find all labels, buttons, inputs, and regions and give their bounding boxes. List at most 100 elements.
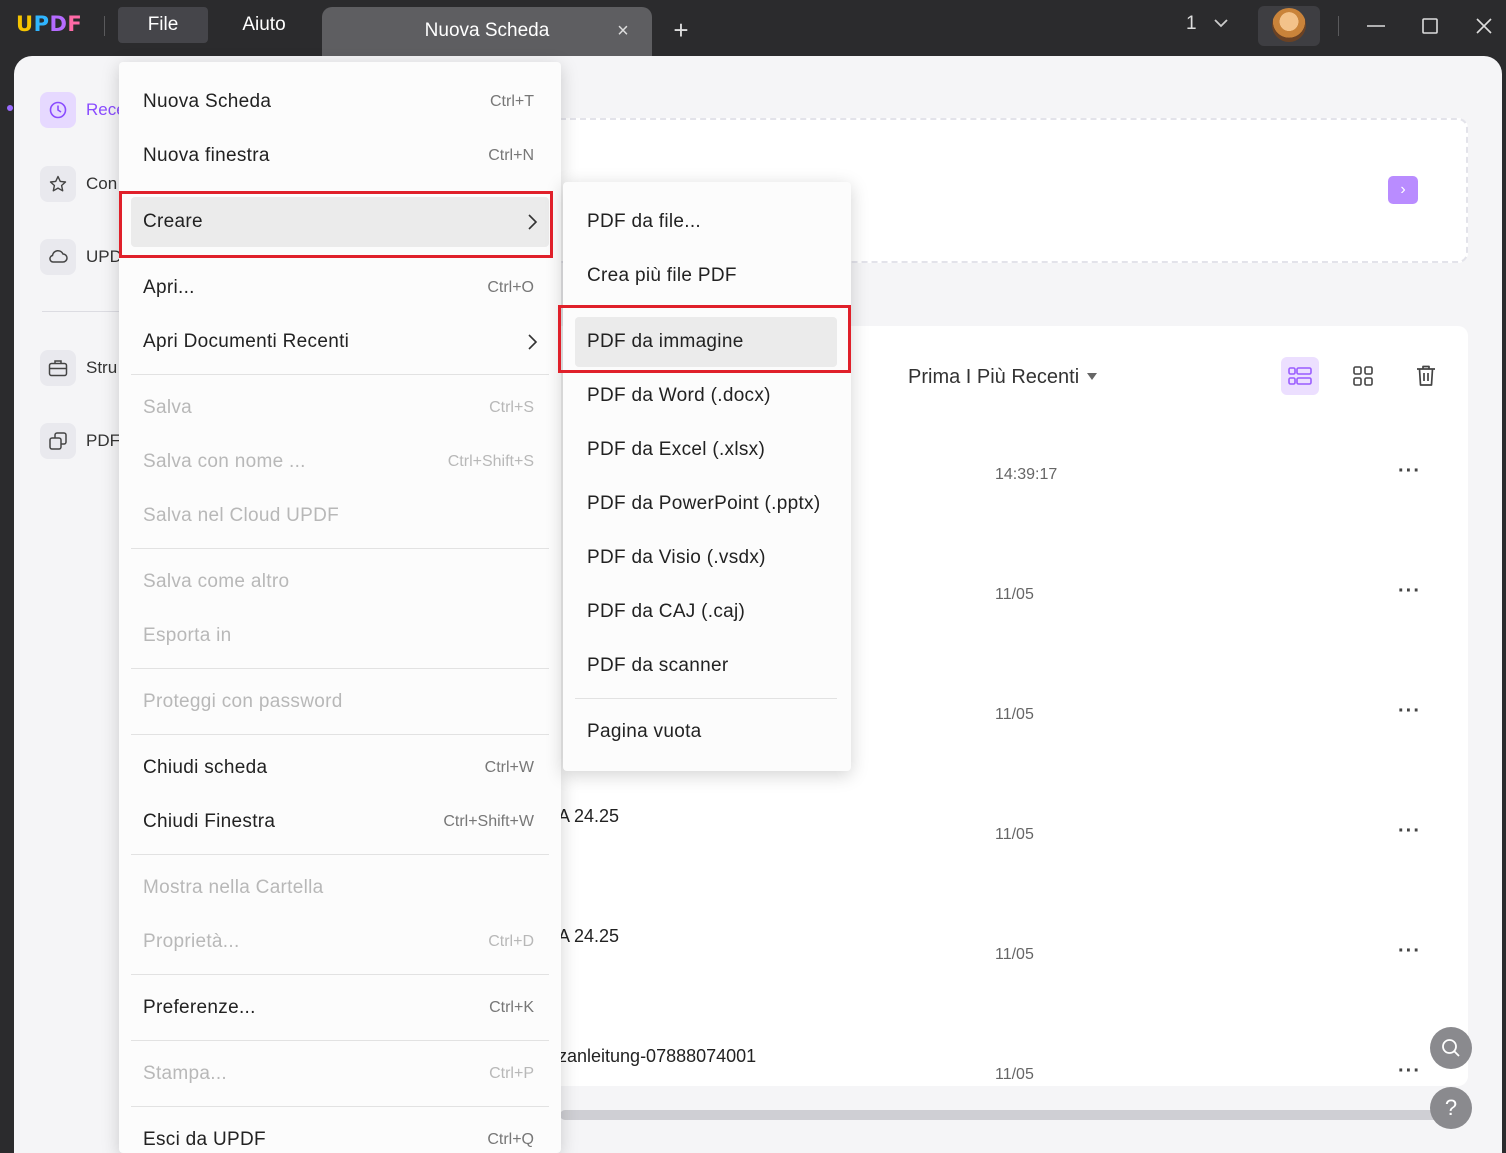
trash-icon — [1417, 365, 1435, 386]
list-view-button[interactable] — [1281, 357, 1319, 395]
menu-item-save-as-other[interactable]: Salva come altro — [131, 557, 549, 607]
avatar[interactable] — [1272, 8, 1306, 42]
grid-view-button[interactable] — [1344, 357, 1382, 395]
sidebar-item-pdf[interactable]: PDF — [40, 423, 130, 459]
star-icon — [40, 166, 76, 202]
menu-item-shortcut: Ctrl+Q — [487, 1131, 534, 1148]
menu-item-quit[interactable]: Esci da UPDF Ctrl+Q — [131, 1115, 549, 1153]
menu-item-label: Apri... — [143, 277, 195, 298]
caret-down-icon[interactable] — [1087, 373, 1097, 380]
tab-nuova-scheda[interactable]: Nuova Scheda × — [322, 7, 652, 56]
chevron-down-icon[interactable] — [1212, 14, 1230, 32]
menu-item-shortcut: Ctrl+O — [487, 279, 534, 296]
file-time: 14:39:17 — [995, 466, 1058, 483]
sort-dropdown[interactable]: Prima I Più Recenti — [908, 366, 1079, 389]
menu-item-close-window[interactable]: Chiudi Finestra Ctrl+Shift+W — [131, 797, 549, 847]
submenu-item-pdf-from-scanner[interactable]: PDF da scanner — [575, 641, 837, 691]
submenu-item-label: PDF da Visio (.vsdx) — [587, 547, 766, 568]
search-button[interactable] — [1430, 1027, 1472, 1069]
file-time: 11/05 — [995, 706, 1034, 723]
submenu-item-blank-page[interactable]: Pagina vuota — [575, 707, 837, 757]
highlight-box-pdf-from-image — [558, 305, 851, 373]
menu-item-label: Salva come altro — [143, 571, 290, 592]
tab-title: Nuova Scheda — [424, 20, 550, 41]
menu-help[interactable]: Aiuto — [224, 7, 304, 43]
minimize-icon[interactable] — [1364, 14, 1388, 38]
submenu-item-label: PDF da PowerPoint (.pptx) — [587, 493, 821, 514]
menu-item-preferences[interactable]: Preferenze... Ctrl+K — [131, 983, 549, 1033]
window-count[interactable]: 1 — [1186, 13, 1197, 35]
submenu-item-pdf-from-file[interactable]: PDF da file... — [575, 197, 837, 247]
menu-separator — [131, 1106, 549, 1107]
more-options-icon[interactable]: ··· — [1398, 820, 1421, 843]
chevron-right-icon — [528, 334, 538, 350]
menu-item-label: Apri Documenti Recenti — [143, 331, 350, 352]
menu-item-shortcut: Ctrl+S — [489, 399, 534, 416]
toolbox-icon — [40, 350, 76, 386]
menu-item-save-cloud[interactable]: Salva nel Cloud UPDF — [131, 491, 549, 541]
menu-item-new-tab[interactable]: Nuova Scheda Ctrl+T — [131, 77, 549, 127]
menu-item-label: Salva con nome ... — [143, 451, 306, 472]
menu-item-label: Chiudi Finestra — [143, 811, 276, 832]
new-tab-button[interactable]: + — [666, 15, 696, 45]
sidebar-item-starred[interactable]: Con — [40, 166, 130, 202]
menu-separator — [131, 974, 549, 975]
menu-item-protect-password[interactable]: Proteggi con password — [131, 677, 549, 727]
titlebar-divider — [104, 16, 105, 36]
menu-item-label: Esporta in — [143, 625, 232, 646]
submenu-item-pdf-from-caj[interactable]: PDF da CAJ (.caj) — [575, 587, 837, 637]
menu-item-shortcut: Ctrl+N — [488, 147, 534, 164]
submenu-item-label: PDF da file... — [587, 211, 702, 232]
menu-item-label: Chiudi scheda — [143, 757, 268, 778]
menu-item-close-tab[interactable]: Chiudi scheda Ctrl+W — [131, 743, 549, 793]
horizontal-scrollbar[interactable] — [560, 1110, 1440, 1120]
submenu-item-pdf-from-excel[interactable]: PDF da Excel (.xlsx) — [575, 425, 837, 475]
menu-item-label: Proteggi con password — [143, 691, 343, 712]
menu-item-new-window[interactable]: Nuova finestra Ctrl+N — [131, 131, 549, 181]
open-file-arrow-button[interactable]: › — [1388, 176, 1418, 204]
menu-item-label: Salva — [143, 397, 193, 418]
close-window-icon[interactable] — [1472, 14, 1496, 38]
more-options-icon[interactable]: ··· — [1398, 460, 1421, 483]
submenu-item-pdf-from-powerpoint[interactable]: PDF da PowerPoint (.pptx) — [575, 479, 837, 529]
file-name[interactable]: A 24.25 — [558, 806, 619, 827]
menu-item-print[interactable]: Stampa... Ctrl+P — [131, 1049, 549, 1099]
more-options-icon[interactable]: ··· — [1398, 940, 1421, 963]
submenu-item-pdf-from-word[interactable]: PDF da Word (.docx) — [575, 371, 837, 421]
delete-button[interactable] — [1407, 357, 1445, 395]
menu-item-export[interactable]: Esporta in — [131, 611, 549, 661]
submenu-item-create-multiple[interactable]: Crea più file PDF — [575, 251, 837, 301]
file-name[interactable]: A 24.25 — [558, 926, 619, 947]
help-icon: ? — [1444, 1095, 1458, 1120]
menu-item-properties[interactable]: Proprietà... Ctrl+D — [131, 917, 549, 967]
menu-item-shortcut: Ctrl+Shift+S — [447, 453, 534, 470]
more-options-icon[interactable]: ··· — [1398, 580, 1421, 603]
menu-separator — [131, 374, 549, 375]
file-time: 11/05 — [995, 586, 1034, 603]
more-options-icon[interactable]: ··· — [1398, 1060, 1421, 1083]
notification-dot — [7, 105, 13, 111]
highlight-box-create — [119, 191, 553, 258]
menu-item-show-in-folder[interactable]: Mostra nella Cartella — [131, 863, 549, 913]
menu-item-open-recent[interactable]: Apri Documenti Recenti — [131, 317, 549, 367]
sidebar-item-cloud[interactable]: UPD — [40, 239, 130, 275]
menu-item-shortcut: Ctrl+W — [484, 759, 534, 776]
copy-icon — [40, 423, 76, 459]
sidebar-item-recent[interactable]: Rece — [40, 92, 130, 128]
help-button[interactable]: ? — [1430, 1087, 1472, 1129]
file-time: 11/05 — [995, 946, 1034, 963]
menu-item-shortcut: Ctrl+K — [489, 999, 534, 1016]
menu-item-save[interactable]: Salva Ctrl+S — [131, 383, 549, 433]
updf-logo: UPDF — [16, 12, 83, 36]
tab-close-icon[interactable]: × — [612, 20, 634, 42]
submenu-item-pdf-from-visio[interactable]: PDF da Visio (.vsdx) — [575, 533, 837, 583]
sidebar-item-tools[interactable]: Stru — [40, 350, 130, 386]
menu-file[interactable]: File — [118, 7, 208, 43]
menu-item-open[interactable]: Apri... Ctrl+O — [131, 263, 549, 313]
file-name[interactable]: zanleitung-07888074001 — [558, 1046, 756, 1067]
menu-item-save-as[interactable]: Salva con nome ... Ctrl+Shift+S — [131, 437, 549, 487]
maximize-icon[interactable] — [1418, 14, 1442, 38]
menu-separator — [131, 734, 549, 735]
sidebar-item-label: PDF — [86, 431, 120, 450]
more-options-icon[interactable]: ··· — [1398, 700, 1421, 723]
